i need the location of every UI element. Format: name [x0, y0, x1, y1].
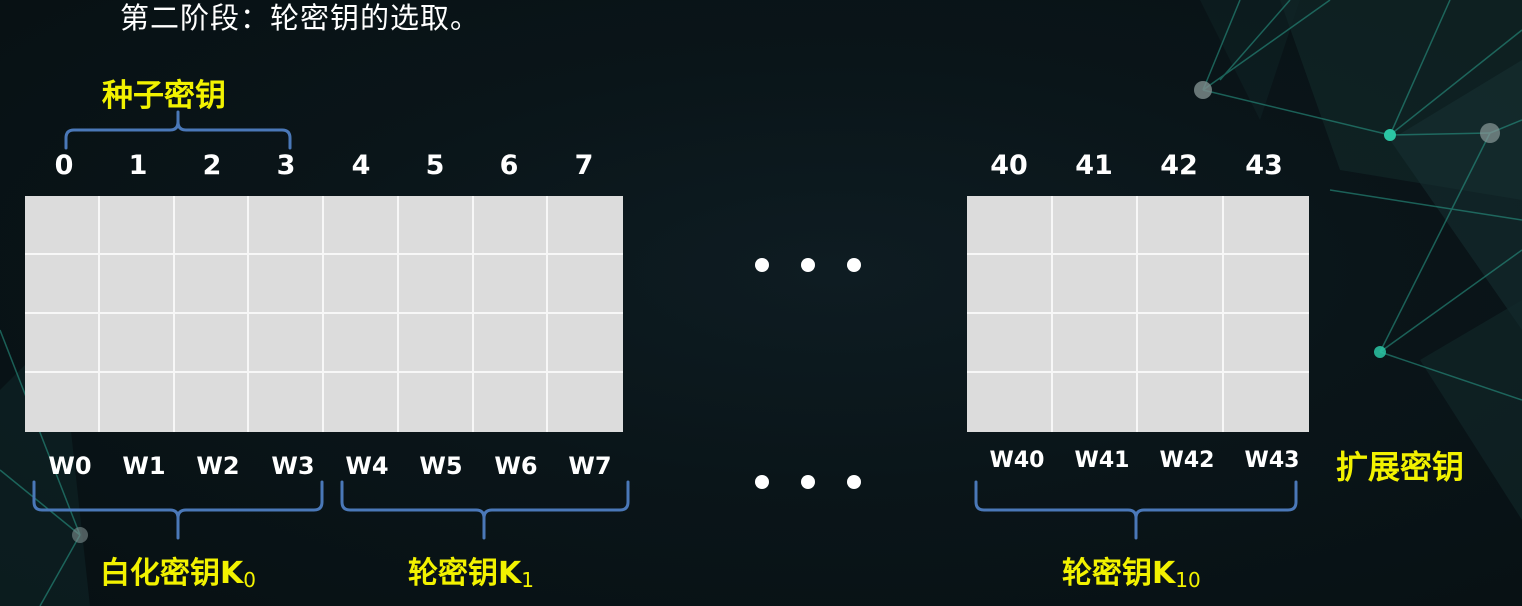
index-label: 6 — [499, 150, 519, 181]
slide-title: 第二阶段：轮密钥的选取。 — [120, 1, 481, 35]
key-word-grid-left — [25, 196, 623, 432]
expanded-key-label: 扩展密钥 — [1336, 448, 1465, 486]
word-label: W41 — [1074, 448, 1130, 473]
word-label: W0 — [48, 452, 92, 480]
index-label: 0 — [54, 150, 74, 181]
index-label: 2 — [202, 150, 222, 181]
word-label: W43 — [1244, 448, 1300, 473]
round-key-k1-label: 轮密钥K1 — [408, 556, 534, 592]
word-label: W42 — [1159, 448, 1215, 473]
seed-key-label: 种子密钥 — [102, 78, 226, 114]
index-label: 43 — [1245, 150, 1283, 181]
round-key-k10-label: 轮密钥K10 — [1062, 556, 1201, 592]
word-label: W3 — [271, 452, 315, 480]
word-label: W7 — [568, 452, 612, 480]
word-label: W40 — [989, 448, 1045, 473]
index-label: 41 — [1075, 150, 1113, 181]
word-label: W4 — [345, 452, 389, 480]
index-label: 5 — [425, 150, 445, 181]
word-label: W1 — [122, 452, 166, 480]
word-label: W2 — [196, 452, 240, 480]
word-label: W6 — [494, 452, 538, 480]
index-label: 4 — [351, 150, 371, 181]
index-label: 7 — [574, 150, 594, 181]
index-label: 3 — [276, 150, 296, 181]
index-label: 40 — [990, 150, 1028, 181]
index-label: 1 — [128, 150, 148, 181]
index-label: 42 — [1160, 150, 1198, 181]
word-label: W5 — [419, 452, 463, 480]
whitening-key-k0-label: 白化密钥K0 — [100, 556, 256, 592]
key-word-grid-right — [967, 196, 1309, 432]
